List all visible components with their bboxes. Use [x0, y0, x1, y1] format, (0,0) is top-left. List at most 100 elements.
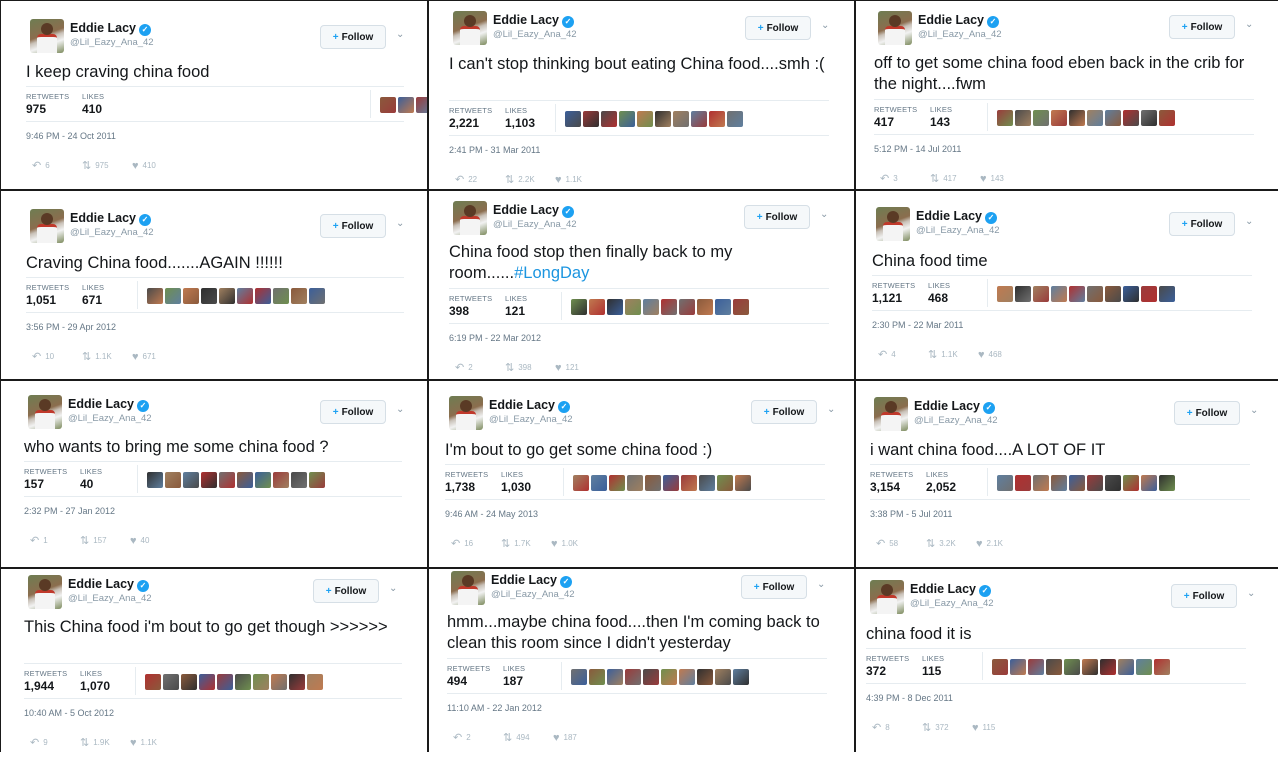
liker-avatar[interactable] — [1010, 659, 1026, 675]
tweet-timestamp[interactable]: 9:46 AM - 24 May 2013 — [445, 509, 538, 519]
chevron-down-icon[interactable]: ⌄ — [1245, 216, 1253, 227]
liker-avatar[interactable] — [1069, 286, 1085, 302]
tweet-timestamp[interactable]: 5:12 PM - 14 Jul 2011 — [874, 144, 961, 154]
display-name[interactable]: Eddie Lacy ✓ — [70, 21, 151, 36]
liker-avatar[interactable] — [571, 669, 587, 685]
liker-avatar[interactable] — [1141, 110, 1157, 126]
handle[interactable]: @Lil_Eazy_Ana_42 — [493, 219, 577, 230]
avatar[interactable] — [30, 19, 64, 53]
display-name[interactable]: Eddie Lacy ✓ — [70, 211, 151, 226]
reply-action[interactable]: ↶ 58 — [876, 537, 926, 550]
follow-button[interactable]: + Follow — [313, 579, 379, 603]
liker-avatar[interactable] — [717, 475, 733, 491]
liker-avatar[interactable] — [589, 669, 605, 685]
reply-action[interactable]: ↶ 22 — [455, 173, 505, 186]
avatar[interactable] — [874, 397, 908, 431]
reply-action[interactable]: ↶ 1 — [30, 534, 80, 547]
liker-avatar[interactable] — [1105, 475, 1121, 491]
liker-avatar[interactable] — [997, 110, 1013, 126]
liker-avatar[interactable] — [255, 288, 271, 304]
liker-avatar[interactable] — [589, 299, 605, 315]
hashtag-link[interactable]: #LongDay — [514, 264, 589, 282]
liker-avatar[interactable] — [643, 299, 659, 315]
reply-action[interactable]: ↶ 16 — [451, 537, 501, 550]
handle[interactable]: @Lil_Eazy_Ana_42 — [914, 415, 998, 426]
handle[interactable]: @Lil_Eazy_Ana_42 — [70, 227, 154, 238]
avatar[interactable] — [876, 207, 910, 241]
likes-stat[interactable]: LIKES 1,030 — [501, 470, 531, 494]
retweets-stat[interactable]: RETWEETS 1,121 — [872, 281, 915, 305]
follow-button[interactable]: + Follow — [1169, 212, 1235, 236]
retweet-action[interactable]: ⇅ 494 — [503, 731, 553, 744]
liker-avatar[interactable] — [1123, 110, 1139, 126]
liker-avatar[interactable] — [1123, 286, 1139, 302]
follow-button[interactable]: + Follow — [751, 400, 817, 424]
like-action[interactable]: ♥ 1.1K — [555, 173, 605, 186]
liker-avatar[interactable] — [715, 299, 731, 315]
liker-avatar[interactable] — [416, 97, 427, 113]
liker-avatar[interactable] — [219, 472, 235, 488]
chevron-down-icon[interactable]: ⌄ — [821, 20, 829, 31]
chevron-down-icon[interactable]: ⌄ — [396, 218, 404, 229]
liker-avatar[interactable] — [733, 299, 749, 315]
retweet-action[interactable]: ⇅ 1.9K — [80, 736, 130, 749]
display-name[interactable]: Eddie Lacy ✓ — [916, 209, 997, 224]
like-action[interactable]: ♥ 2.1K — [976, 537, 1026, 550]
reply-action[interactable]: ↶ 10 — [32, 350, 82, 363]
liker-avatar[interactable] — [1105, 110, 1121, 126]
reply-action[interactable]: ↶ 4 — [878, 348, 928, 361]
liker-avatar[interactable] — [679, 669, 695, 685]
avatar[interactable] — [30, 209, 64, 243]
liker-avatar[interactable] — [609, 475, 625, 491]
liker-avatar[interactable] — [643, 669, 659, 685]
liker-avatar[interactable] — [1028, 659, 1044, 675]
liker-avatar[interactable] — [237, 288, 253, 304]
liker-avatar[interactable] — [398, 97, 414, 113]
handle[interactable]: @Lil_Eazy_Ana_42 — [493, 29, 577, 40]
liker-avatar[interactable] — [1069, 110, 1085, 126]
likes-stat[interactable]: LIKES 40 — [80, 467, 102, 491]
handle[interactable]: @Lil_Eazy_Ana_42 — [70, 37, 154, 48]
likes-stat[interactable]: LIKES 143 — [930, 105, 952, 129]
liker-avatar[interactable] — [181, 674, 197, 690]
tweet-timestamp[interactable]: 3:38 PM - 5 Jul 2011 — [870, 509, 952, 519]
liker-avatar[interactable] — [1069, 475, 1085, 491]
avatar[interactable] — [453, 201, 487, 235]
handle[interactable]: @Lil_Eazy_Ana_42 — [68, 413, 152, 424]
retweet-action[interactable]: ⇅ 1.1K — [928, 348, 978, 361]
liker-avatar[interactable] — [145, 674, 161, 690]
liker-avatar[interactable] — [255, 472, 271, 488]
avatar[interactable] — [28, 575, 62, 609]
liker-avatar[interactable] — [1141, 475, 1157, 491]
liker-avatar[interactable] — [1100, 659, 1116, 675]
liker-avatar[interactable] — [637, 111, 653, 127]
liker-avatar[interactable] — [681, 475, 697, 491]
liker-avatar[interactable] — [1159, 475, 1175, 491]
likes-stat[interactable]: LIKES 187 — [503, 664, 525, 688]
liker-avatar[interactable] — [607, 299, 623, 315]
retweet-action[interactable]: ⇅ 1.1K — [82, 350, 132, 363]
retweets-stat[interactable]: RETWEETS 398 — [449, 294, 492, 318]
like-action[interactable]: ♥ 115 — [972, 721, 1022, 734]
retweets-stat[interactable]: RETWEETS 3,154 — [870, 470, 913, 494]
liker-avatar[interactable] — [1033, 286, 1049, 302]
reply-action[interactable]: ↶ 9 — [30, 736, 80, 749]
retweet-action[interactable]: ⇅ 3.2K — [926, 537, 976, 550]
reply-action[interactable]: ↶ 3 — [880, 172, 930, 185]
display-name[interactable]: Eddie Lacy ✓ — [68, 577, 149, 592]
chevron-down-icon[interactable]: ⌄ — [396, 404, 404, 415]
handle[interactable]: @Lil_Eazy_Ana_42 — [68, 593, 152, 604]
retweet-action[interactable]: ⇅ 157 — [80, 534, 130, 547]
liker-avatar[interactable] — [699, 475, 715, 491]
liker-avatar[interactable] — [1064, 659, 1080, 675]
follow-button[interactable]: + Follow — [1174, 401, 1240, 425]
liker-avatar[interactable] — [715, 669, 731, 685]
liker-avatar[interactable] — [165, 472, 181, 488]
retweet-action[interactable]: ⇅ 975 — [82, 159, 132, 172]
liker-avatar[interactable] — [619, 111, 635, 127]
liker-avatar[interactable] — [1082, 659, 1098, 675]
avatar[interactable] — [878, 11, 912, 45]
liker-avatar[interactable] — [199, 674, 215, 690]
chevron-down-icon[interactable]: ⌄ — [817, 579, 825, 590]
liker-avatar[interactable] — [727, 111, 743, 127]
